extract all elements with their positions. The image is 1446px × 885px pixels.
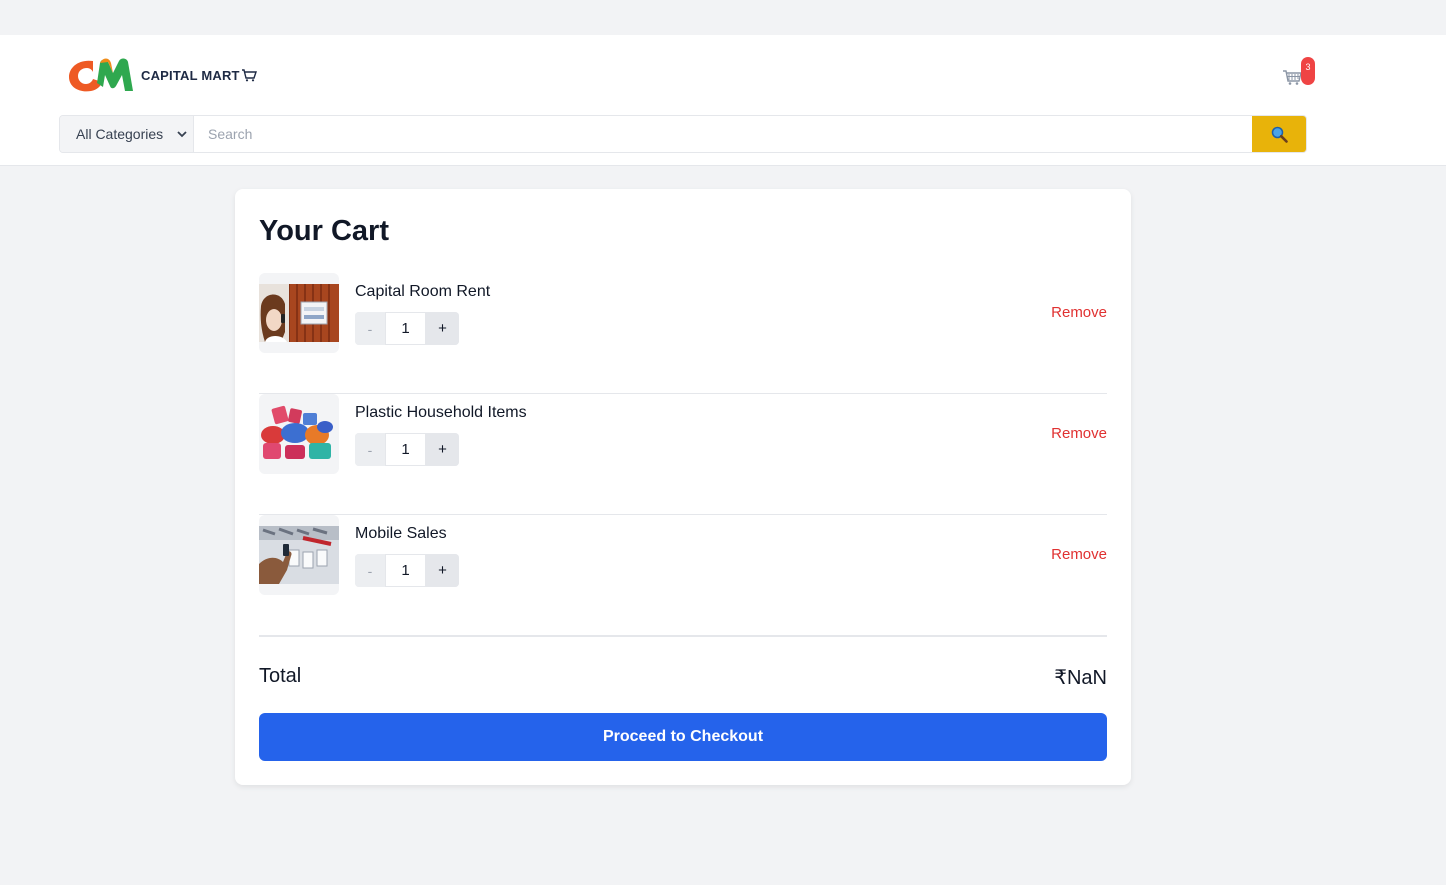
- decrease-quantity-button[interactable]: -: [355, 312, 385, 345]
- total-divider: [259, 636, 1107, 637]
- plastic-items-image: [259, 405, 339, 463]
- quantity-value[interactable]: 1: [385, 312, 426, 345]
- remove-button[interactable]: Remove: [1051, 304, 1107, 321]
- brand-logo[interactable]: CAPITAL MART: [67, 53, 257, 97]
- chevron-down-icon: [177, 131, 187, 138]
- cart-icon: [1283, 70, 1302, 85]
- quantity-value[interactable]: 1: [385, 433, 426, 466]
- mobile-sales-image: [259, 526, 339, 584]
- quantity-value[interactable]: 1: [385, 554, 426, 587]
- item-name: Mobile Sales: [355, 525, 447, 542]
- product-image: [259, 394, 339, 474]
- cart-item: Mobile Sales - 1 + Remove: [259, 515, 1107, 636]
- increase-quantity-button[interactable]: +: [426, 312, 459, 345]
- remove-button[interactable]: Remove: [1051, 425, 1107, 442]
- quantity-stepper: - 1 +: [355, 554, 459, 587]
- quantity-stepper: - 1 +: [355, 433, 459, 466]
- quantity-stepper: - 1 +: [355, 312, 459, 345]
- product-image: [259, 515, 339, 595]
- search-button[interactable]: [1252, 116, 1306, 152]
- site-header: CAPITAL MART 3 All Categories: [0, 35, 1446, 166]
- search-bar: All Categories: [59, 115, 1307, 153]
- room-rent-image: [259, 284, 339, 342]
- cart-item: Plastic Household Items - 1 + Remove: [259, 394, 1107, 515]
- increase-quantity-button[interactable]: +: [426, 554, 459, 587]
- cart-item: Capital Room Rent - 1 + Remove: [259, 273, 1107, 394]
- brand-name: CAPITAL MART: [141, 68, 257, 83]
- decrease-quantity-button[interactable]: -: [355, 433, 385, 466]
- remove-button[interactable]: Remove: [1051, 546, 1107, 563]
- header-cart-button[interactable]: 3: [1282, 57, 1318, 91]
- cart-panel: Your Cart Capital Room Rent - 1 + Remove…: [235, 189, 1131, 785]
- category-select-value: All Categories: [76, 126, 164, 142]
- decrease-quantity-button[interactable]: -: [355, 554, 385, 587]
- search-icon: [1271, 126, 1288, 143]
- product-image: [259, 273, 339, 353]
- shopping-cart-icon: [241, 69, 257, 82]
- category-select[interactable]: All Categories: [60, 116, 194, 152]
- checkout-button[interactable]: Proceed to Checkout: [259, 713, 1107, 761]
- cm-logo-icon: [69, 58, 133, 92]
- increase-quantity-button[interactable]: +: [426, 433, 459, 466]
- item-name: Capital Room Rent: [355, 283, 491, 300]
- top-strip: [0, 0, 1446, 35]
- item-name: Plastic Household Items: [355, 404, 527, 421]
- cart-count-badge: 3: [1301, 57, 1315, 85]
- search-input[interactable]: [194, 116, 1252, 152]
- total-label: Total: [259, 665, 302, 687]
- brand-name-text: CAPITAL MART: [141, 67, 240, 83]
- total-value: ₹NaN: [1054, 667, 1107, 689]
- page-title: Your Cart: [259, 215, 389, 247]
